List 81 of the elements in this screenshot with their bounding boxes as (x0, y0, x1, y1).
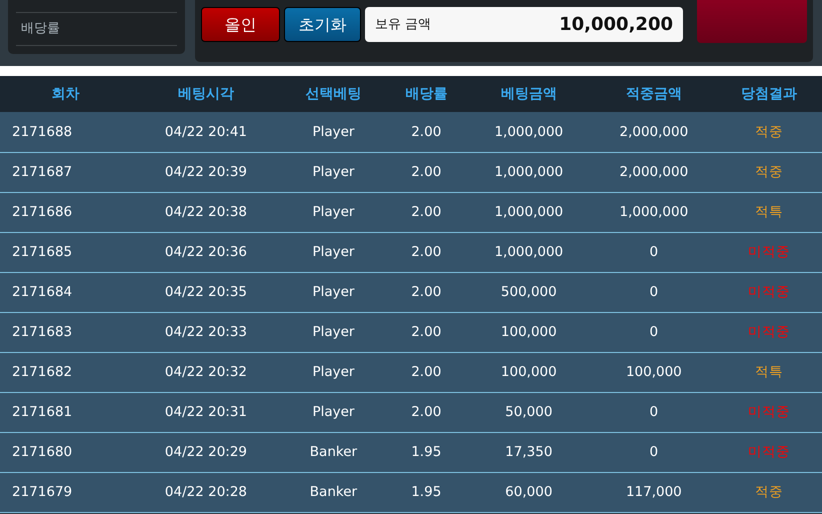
table-cell: 04/22 20:33 (131, 312, 281, 352)
table-cell: 2,000,000 (591, 112, 716, 152)
table-cell: 2171679 (0, 472, 132, 512)
table-cell: 04/22 20:31 (131, 392, 281, 432)
result-cell: 적중 (716, 152, 822, 192)
table-cell: 0 (591, 312, 716, 352)
table-cell: 2.00 (386, 312, 466, 352)
table-cell: 04/22 20:38 (131, 192, 281, 232)
table-cell: 500,000 (466, 272, 592, 312)
result-cell: 미적중 (716, 432, 822, 472)
table-cell: 2171687 (0, 152, 132, 192)
table-cell: 1,000,000 (591, 192, 716, 232)
table-cell: 0 (591, 232, 716, 272)
table-cell: 100,000 (466, 312, 592, 352)
balance-value: 10,000,200 (559, 13, 673, 37)
result-cell: 미적중 (716, 272, 822, 312)
balance-label: 보유 금액 (375, 16, 432, 34)
result-cell: 미적중 (716, 392, 822, 432)
table-cell: Banker (280, 432, 386, 472)
result-cell: 미적중 (716, 312, 822, 352)
table-cell: 100,000 (466, 352, 592, 392)
column-header: 당첨결과 (716, 76, 822, 112)
table-cell: 2.00 (386, 232, 466, 272)
result-cell: 적특 (716, 352, 822, 392)
table-cell: Player (280, 192, 386, 232)
table-cell: Player (280, 112, 386, 152)
table-cell: 04/22 20:41 (131, 112, 281, 152)
table-cell: 2171680 (0, 432, 132, 472)
table-cell: 60,000 (466, 472, 592, 512)
table-cell: 2171684 (0, 272, 132, 312)
column-header: 회차 (0, 76, 132, 112)
table-cell: 04/22 20:35 (131, 272, 281, 312)
table-cell: 2,000,000 (591, 152, 716, 192)
table-cell: 2.00 (386, 152, 466, 192)
result-cell: 적중 (716, 112, 822, 152)
column-header: 베팅금액 (466, 76, 592, 112)
table-cell: Player (280, 312, 386, 352)
table-cell: 2171681 (0, 392, 132, 432)
table-cell: 2.00 (386, 272, 466, 312)
table-cell: 117,000 (591, 472, 716, 512)
table-cell: 0 (591, 272, 716, 312)
table-cell: 1.95 (386, 472, 466, 512)
table-cell: 04/22 20:39 (131, 152, 281, 192)
table-cell: 2171686 (0, 192, 132, 232)
table-cell: 04/22 20:32 (131, 352, 281, 392)
table-cell: 04/22 20:36 (131, 232, 281, 272)
table-cell: 1,000,000 (466, 192, 592, 232)
table-cell: Banker (280, 472, 386, 512)
table-cell: 2.00 (386, 112, 466, 152)
table-cell: 04/22 20:29 (131, 432, 281, 472)
table-cell: 1,000,000 (466, 232, 592, 272)
table-cell: 04/22 20:28 (131, 472, 281, 512)
result-cell: 적특 (716, 192, 822, 232)
column-header: 베팅시각 (131, 76, 281, 112)
table-cell: 1,000,000 (466, 112, 592, 152)
table-cell: 1,000,000 (466, 152, 592, 192)
table-cell: Player (280, 392, 386, 432)
all-in-button[interactable]: 올인 (201, 7, 280, 42)
table-cell: 2171682 (0, 352, 132, 392)
table-cell: 2171683 (0, 312, 132, 352)
table-cell: 0 (591, 432, 716, 472)
table-cell: 0 (591, 392, 716, 432)
reset-button[interactable]: 초기화 (284, 7, 361, 42)
table-cell: 2.00 (386, 352, 466, 392)
table-cell: 2171688 (0, 112, 132, 152)
column-header: 선택베팅 (280, 76, 386, 112)
table-cell: Player (280, 352, 386, 392)
result-cell: 미적중 (716, 232, 822, 272)
column-header: 배당률 (386, 76, 466, 112)
table-cell: 17,350 (466, 432, 592, 472)
table-cell: Player (280, 272, 386, 312)
result-cell: 적중 (716, 472, 822, 512)
table-cell: Player (280, 232, 386, 272)
table-cell: 1.95 (386, 432, 466, 472)
column-header: 적중금액 (591, 76, 716, 112)
table-cell: Player (280, 152, 386, 192)
table-cell: 2171685 (0, 232, 132, 272)
table-cell: 100,000 (591, 352, 716, 392)
table-cell: 2.00 (386, 392, 466, 432)
table-cell: 2.00 (386, 192, 466, 232)
table-cell: 50,000 (466, 392, 592, 432)
